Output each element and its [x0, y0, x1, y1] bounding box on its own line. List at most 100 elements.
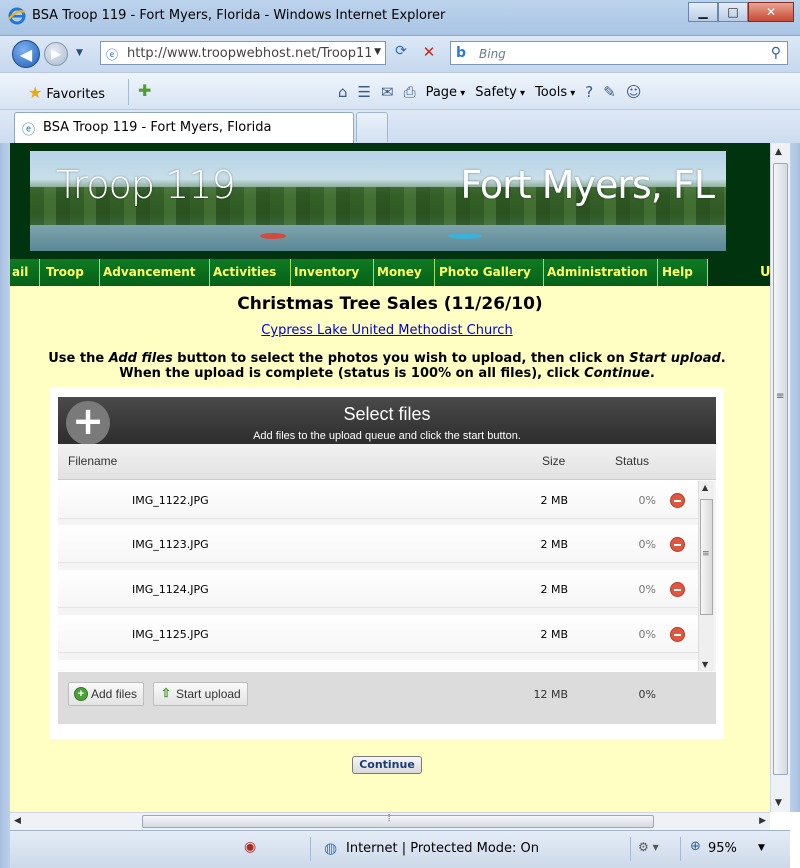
- window-title: BSA Troop 119 - Fort Myers, Florida - Wi…: [32, 8, 446, 23]
- forward-button[interactable]: ▶: [44, 42, 68, 66]
- uploader-title: Select files: [343, 404, 431, 424]
- banner-troop-name: Troop 119: [56, 163, 236, 207]
- file-status: 0%: [638, 628, 656, 641]
- tab-current[interactable]: ⓔ BSA Troop 119 - Fort Myers, Florida: [14, 112, 354, 143]
- instructions-emphasis: Add files: [108, 351, 173, 366]
- close-icon: ✕: [765, 5, 777, 19]
- menu-item-troop[interactable]: Troop: [40, 259, 100, 286]
- tools-menu[interactable]: Tools: [535, 85, 575, 100]
- divider: [680, 837, 681, 861]
- file-status: 0%: [638, 494, 656, 507]
- refresh-button[interactable]: ⟳: [390, 43, 412, 65]
- remove-file-icon[interactable]: [670, 537, 685, 552]
- privacy-icon[interactable]: ◉: [244, 839, 256, 855]
- location-link[interactable]: Cypress Lake United Methodist Church: [10, 323, 764, 338]
- new-tab-button[interactable]: [356, 112, 388, 142]
- menu-item-photo-gallery[interactable]: Photo Gallery: [435, 259, 544, 286]
- page-horizontal-scrollbar[interactable]: ◀ ⦙ ▶: [10, 812, 770, 830]
- menu-item-mail[interactable]: ail: [10, 259, 40, 286]
- instructions-text: Use the: [48, 351, 109, 366]
- file-name: IMG_1123.JPG: [132, 538, 209, 551]
- site-banner: Troop 119 Fort Myers, FL: [30, 151, 726, 251]
- banner-kayak: [448, 233, 482, 239]
- instructions-text: button to select the photos you wish to …: [172, 351, 630, 366]
- scroll-right-icon[interactable]: ▶: [759, 816, 766, 826]
- menu-item-inventory[interactable]: Inventory: [291, 259, 374, 286]
- maximize-button[interactable]: □: [718, 2, 748, 22]
- minimize-button[interactable]: ▁: [688, 2, 718, 22]
- divider: [630, 837, 631, 861]
- uploader-column-headers: Filename Size Status: [58, 444, 716, 480]
- security-zone[interactable]: Internet | Protected Mode: On: [346, 841, 539, 856]
- messenger-icon[interactable]: ☺: [626, 83, 642, 101]
- research-icon[interactable]: ✎: [603, 83, 616, 101]
- start-upload-button[interactable]: ⇧ Start upload: [153, 682, 248, 706]
- ie-logo-icon: [8, 7, 26, 25]
- scroll-thumb[interactable]: [773, 163, 788, 775]
- scroll-thumb[interactable]: [142, 815, 654, 828]
- page-icon: ⓔ: [22, 123, 36, 138]
- menu-item-administration[interactable]: Administration: [544, 259, 658, 286]
- favorites-button[interactable]: ★ Favorites: [28, 83, 105, 102]
- file-row: IMG_1122.JPG 2 MB 0%: [58, 481, 698, 519]
- instructions-text: .: [720, 351, 726, 366]
- zoom-level[interactable]: 95%: [708, 841, 737, 856]
- remove-file-icon[interactable]: [670, 582, 685, 597]
- remove-file-icon[interactable]: [670, 627, 685, 642]
- home-icon[interactable]: ⌂: [338, 83, 348, 101]
- uploader-footer: + Add files ⇧ Start upload 12 MB 0%: [58, 672, 716, 724]
- add-files-button[interactable]: + Add files: [68, 682, 145, 706]
- search-icon[interactable]: ⚲: [771, 45, 781, 61]
- file-row-partial: [58, 660, 698, 671]
- file-uploader: + Select files Add files to the upload q…: [50, 387, 724, 739]
- remove-file-icon[interactable]: [670, 493, 685, 508]
- zoom-icon[interactable]: ⊕: [690, 839, 701, 854]
- stop-button[interactable]: ✕: [418, 43, 440, 65]
- scroll-up-icon[interactable]: ▲: [702, 483, 708, 492]
- add-favorite-icon[interactable]: ✚: [138, 81, 151, 100]
- page-viewport: Troop 119 Fort Myers, FL ail Troop Advan…: [10, 143, 770, 812]
- close-window-button[interactable]: ✕: [748, 2, 794, 22]
- menu-item-help[interactable]: Help: [658, 259, 708, 286]
- file-size: 2 MB: [540, 583, 568, 596]
- divider: [310, 837, 311, 861]
- help-icon[interactable]: ?: [585, 83, 593, 101]
- print-icon[interactable]: ⎙: [404, 83, 416, 101]
- tab-bar: ⓔ BSA Troop 119 - Fort Myers, Florida: [0, 110, 800, 143]
- address-url[interactable]: http://www.troopwebhost.net/Troop11: [127, 46, 371, 61]
- scroll-down-icon[interactable]: ▼: [775, 798, 782, 808]
- site-menu: ail Troop Advancement Activities Invento…: [10, 259, 770, 286]
- grip-icon: ≡: [776, 391, 785, 402]
- instructions-text: When the upload is complete (status is 1…: [119, 366, 585, 381]
- scroll-left-icon[interactable]: ◀: [14, 816, 21, 826]
- menu-item-advancement[interactable]: Advancement: [100, 259, 210, 286]
- address-bar[interactable]: ⓔ http://www.troopwebhost.net/Troop11 ▼: [100, 41, 386, 65]
- instructions-emphasis: Start upload: [629, 351, 721, 366]
- file-row: IMG_1124.JPG 2 MB 0%: [58, 570, 698, 608]
- zoom-dropdown-icon[interactable]: ▼: [758, 843, 765, 853]
- menu-item-truncated[interactable]: U: [760, 265, 770, 280]
- mail-icon[interactable]: ✉: [381, 83, 394, 101]
- scroll-up-icon[interactable]: ▲: [775, 147, 782, 157]
- feeds-icon[interactable]: ☰: [358, 83, 371, 101]
- file-queue: IMG_1122.JPG 2 MB 0% IMG_1123.JPG 2 MB 0…: [58, 481, 716, 671]
- file-status: 0%: [638, 538, 656, 551]
- page-menu[interactable]: Page: [426, 85, 466, 100]
- scroll-down-icon[interactable]: ▼: [702, 660, 708, 669]
- address-dropdown-icon[interactable]: ▼: [374, 47, 381, 57]
- menu-item-money[interactable]: Money: [374, 259, 435, 286]
- file-queue-scrollbar[interactable]: ▲ ≡ ▼: [698, 481, 714, 671]
- back-button[interactable]: ◀: [12, 40, 40, 68]
- page-vertical-scrollbar[interactable]: ▲ ≡ ▼: [770, 143, 790, 812]
- favorites-label: Favorites: [46, 87, 106, 102]
- continue-button[interactable]: Continue: [352, 756, 422, 774]
- tab-label: BSA Troop 119 - Fort Myers, Florida: [43, 120, 272, 135]
- banner-location: Fort Myers, FL: [460, 163, 715, 207]
- file-name: IMG_1124.JPG: [132, 583, 209, 596]
- protected-mode-icon[interactable]: ⚙ ▾: [638, 840, 659, 854]
- safety-menu[interactable]: Safety: [475, 85, 525, 100]
- menu-item-activities[interactable]: Activities: [210, 259, 291, 286]
- search-box[interactable]: b Bing ⚲: [450, 41, 788, 65]
- recent-pages-dropdown[interactable]: ▼: [76, 48, 83, 58]
- banner-kayak: [260, 233, 286, 239]
